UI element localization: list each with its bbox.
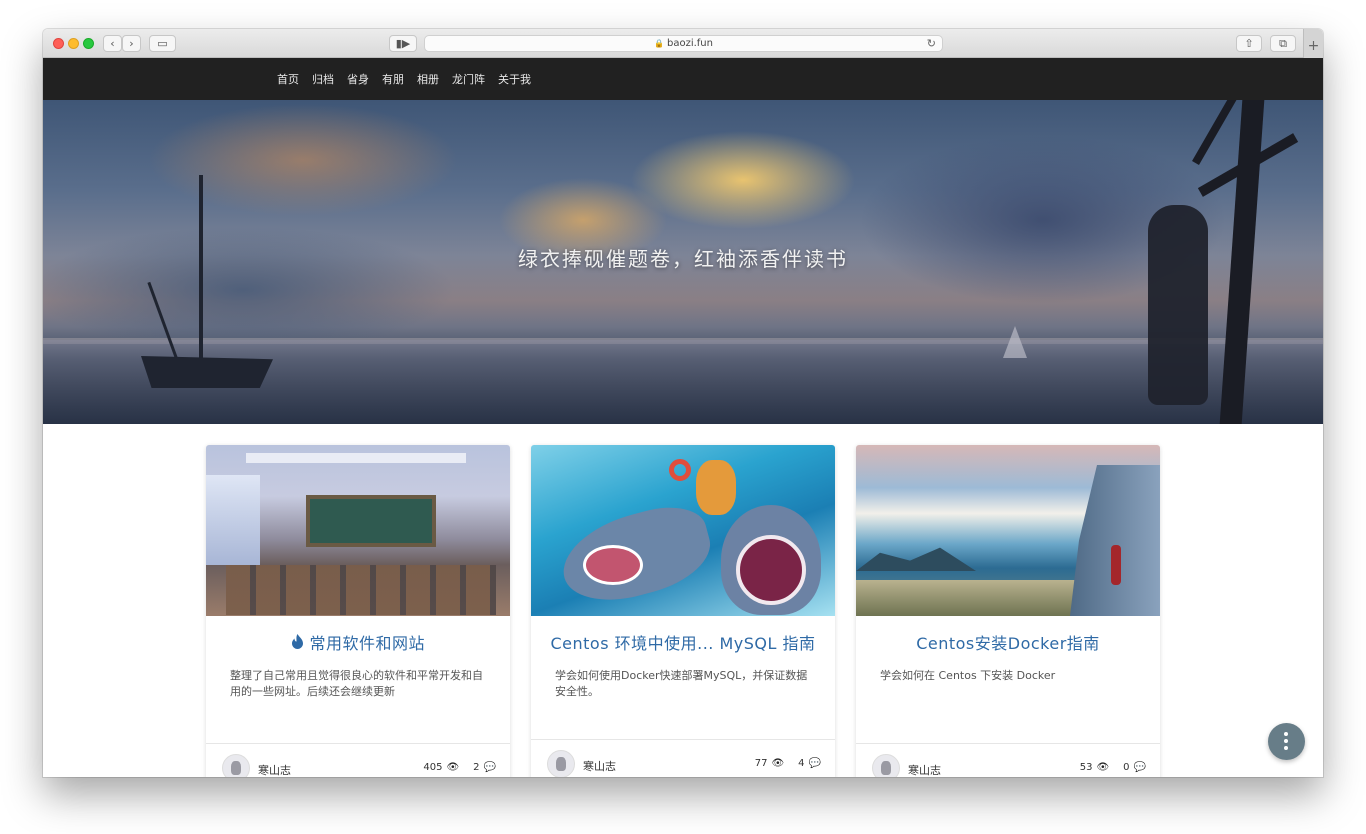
author-name[interactable]: 寒山志 (908, 762, 941, 777)
hero-title: 绿衣捧砚催题卷，红袖添香伴读书 (518, 247, 848, 271)
forward-button[interactable]: › (122, 35, 141, 52)
plus-icon: + (1307, 38, 1320, 54)
views-count: 77 (754, 758, 768, 769)
chevron-right-icon: › (129, 37, 134, 50)
avatar[interactable] (547, 750, 575, 777)
post-description: 学会如何在 Centos 下安装 Docker (880, 669, 1056, 682)
share-icon: ⇧ (1244, 37, 1254, 50)
hero-tree-branch (1192, 100, 1244, 165)
classroom-ceiling-light (246, 453, 466, 463)
views-count: 53 (1079, 762, 1093, 773)
sidebar-toggle-button[interactable]: ▭ (149, 35, 176, 52)
nav-item-friends[interactable]: 有朋 (382, 71, 404, 87)
shark-mouth (583, 545, 643, 585)
post-card[interactable]: Centos安装Docker指南 学会如何在 Centos 下安装 Docker… (856, 445, 1160, 777)
author-name[interactable]: 寒山志 (258, 762, 291, 777)
post-title[interactable]: Centos 环境中使用... MySQL 指南 (531, 630, 835, 654)
eye-icon: 👁 (446, 762, 460, 773)
classroom-desks (226, 565, 496, 615)
more-dot (1284, 739, 1288, 743)
post-cover-image[interactable] (856, 445, 1160, 616)
chevron-left-icon: ‹ (110, 37, 115, 50)
avatar[interactable] (222, 754, 250, 777)
comments-count: 2 (473, 762, 480, 773)
post-stats: 53 👁 0 💬 (1080, 762, 1146, 773)
reader-button[interactable]: ▮▶ (389, 35, 417, 52)
url-text: baozi.fun (666, 38, 713, 49)
post-description: 整理了自己常用且觉得很良心的软件和平常开发和自用的一些网址。后续还会继续更新 (230, 669, 483, 698)
post-title[interactable]: 常用软件和网站 (206, 630, 510, 654)
close-window-button[interactable] (53, 38, 64, 49)
classroom-window (206, 475, 260, 565)
author-name[interactable]: 寒山志 (583, 758, 616, 774)
post-footer: 寒山志 53 👁 0 💬 (856, 743, 1160, 777)
new-tab-button[interactable]: + (1303, 29, 1323, 58)
more-dot (1284, 746, 1288, 750)
post-card[interactable]: Centos 环境中使用... MySQL 指南 学会如何使用Docker快速部… (531, 445, 835, 777)
more-dot (1284, 732, 1288, 736)
nav-item-chat[interactable]: 龙门阵 (452, 71, 485, 87)
cover-figure (696, 460, 736, 515)
post-title-text: 常用软件和网站 (309, 634, 426, 653)
nav-menu: 首页 归档 省身 有朋 相册 龙门阵 关于我 (277, 58, 544, 100)
nav-item-album[interactable]: 相册 (417, 71, 439, 87)
life-ring (669, 459, 691, 481)
post-footer: 寒山志 405 👁 2 💬 (206, 743, 510, 777)
comments-count: 4 (798, 758, 805, 769)
post-footer: 寒山志 77 👁 4 💬 (531, 739, 835, 777)
site-navbar: 首页 归档 省身 有朋 相册 龙门阵 关于我 (43, 58, 1323, 100)
cover-figure (1111, 545, 1121, 585)
post-title[interactable]: Centos安装Docker指南 (856, 630, 1160, 654)
minimize-window-button[interactable] (68, 38, 79, 49)
post-stats: 77 👁 4 💬 (755, 758, 821, 769)
tabs-overview-button[interactable]: ⧉ (1270, 35, 1296, 52)
more-actions-button[interactable] (1268, 723, 1305, 760)
comments-count: 0 (1123, 762, 1130, 773)
classroom-blackboard (306, 495, 436, 547)
hero-banner: 绿衣捧砚催题卷，红袖添香伴读书 (43, 100, 1323, 424)
cliff (1070, 465, 1160, 616)
address-bar[interactable]: 🔒 baozi.fun ↻ (424, 35, 943, 52)
fire-icon (291, 634, 304, 653)
browser-window: ‹ › ▭ ▮▶ 🔒 baozi.fun ↻ ⇧ ⧉ + 首页 归档 省身 有朋 … (43, 29, 1323, 777)
zoom-window-button[interactable] (83, 38, 94, 49)
comment-icon: 💬 (808, 758, 821, 769)
sidebar-icon: ▭ (157, 37, 168, 50)
island (856, 547, 976, 571)
comment-icon: 💬 (1133, 762, 1146, 773)
post-list: 常用软件和网站 整理了自己常用且觉得很良心的软件和平常开发和自用的一些网址。后续… (43, 424, 1323, 777)
lock-icon: 🔒 (654, 39, 664, 48)
share-button[interactable]: ⇧ (1236, 35, 1262, 52)
post-cover-image[interactable] (206, 445, 510, 616)
nav-item-archive[interactable]: 归档 (312, 71, 334, 87)
nav-item-about[interactable]: 关于我 (498, 71, 531, 87)
hero-boat (141, 356, 273, 388)
post-stats: 405 👁 2 💬 (423, 762, 496, 773)
views-count: 405 (423, 762, 443, 773)
post-cover-image[interactable] (531, 445, 835, 616)
nav-item-reflection[interactable]: 省身 (347, 71, 369, 87)
reader-icon: ▮▶ (395, 37, 411, 50)
nav-item-home[interactable]: 首页 (277, 71, 299, 87)
comment-icon: 💬 (483, 762, 496, 773)
eye-icon: 👁 (1096, 762, 1110, 773)
back-button[interactable]: ‹ (103, 35, 122, 52)
post-description: 学会如何使用Docker快速部署MySQL，并保证数据安全性。 (555, 669, 808, 698)
shark-mouth (736, 535, 806, 605)
hero-figure (1148, 205, 1208, 405)
post-card[interactable]: 常用软件和网站 整理了自己常用且觉得很良心的软件和平常开发和自用的一些网址。后续… (206, 445, 510, 777)
eye-icon: 👁 (771, 758, 785, 769)
browser-titlebar: ‹ › ▭ ▮▶ 🔒 baozi.fun ↻ ⇧ ⧉ + (43, 29, 1323, 58)
avatar[interactable] (872, 754, 900, 777)
tabs-icon: ⧉ (1279, 37, 1287, 50)
reload-icon[interactable]: ↻ (927, 36, 936, 51)
